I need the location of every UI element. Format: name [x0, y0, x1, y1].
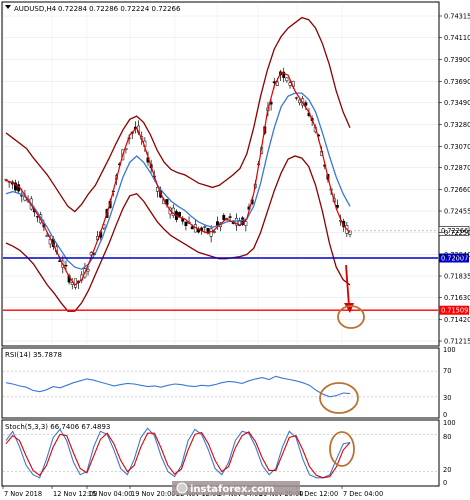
- price-axis: 0.74315 0.74110 0.73900 0.73690 0.73490 0.732…: [439, 12, 470, 345]
- candle-body: [285, 77, 289, 82]
- price-tick-label: 0.73900: [444, 56, 470, 64]
- candle-body: [178, 212, 182, 217]
- candle-body: [304, 102, 308, 106]
- price-tick-label: 0.72455: [444, 207, 470, 215]
- stoch-level-100: 100: [443, 419, 456, 427]
- rsi-level-0: 0: [443, 411, 447, 419]
- candle-body: [288, 82, 292, 86]
- candle-body: [222, 215, 226, 220]
- price-tick-label: 0.71630: [444, 294, 470, 302]
- price-tick-label: 0.71420: [444, 316, 470, 324]
- price-tick-label: 0.73070: [444, 143, 470, 151]
- price-tick-label: 0.71215: [444, 337, 470, 345]
- price-tick-label: 0.74315: [444, 12, 470, 20]
- candle-body: [294, 97, 298, 99]
- main-price-panel: [1, 1, 440, 347]
- rsi-level-30: 30: [443, 394, 451, 402]
- price-tick-label: 0.72040: [444, 251, 470, 259]
- candle-body: [45, 235, 49, 237]
- time-tick-label: 7 Dec 04:00: [343, 490, 383, 498]
- stoch-level-20: 20: [443, 466, 451, 474]
- instaforex-watermark: instaforex.com: [172, 481, 300, 495]
- rsi-label: RSI(14) 35.7878: [5, 351, 62, 359]
- price-tick-label: 0.72660: [444, 186, 470, 194]
- candle-body: [215, 221, 219, 226]
- stoch-level-80: 80: [443, 433, 451, 441]
- symbol-header: AUDUSD,H4 0.72284 0.72286 0.72224 0.7226…: [5, 5, 181, 13]
- watermark-text: instaforex.com: [190, 484, 274, 495]
- candle-body: [212, 231, 216, 233]
- time-tick-label: 19 Nov 20:00: [131, 490, 175, 498]
- price-tick-label: 0.72250: [444, 229, 470, 237]
- symbol-label: AUDUSD,H4: [14, 5, 57, 13]
- candle-body: [184, 221, 188, 227]
- candle-body: [86, 269, 90, 272]
- time-tick-label: 15 Nov 04:00: [88, 490, 132, 498]
- time-tick-label: 4 Dec 12:00: [298, 490, 338, 498]
- candle-body: [209, 228, 213, 237]
- stoch-label: Stoch(5,3,3) 66.7406 67.4893: [5, 423, 110, 431]
- candle-body: [73, 278, 77, 288]
- time-tick-label: 7 Nov 2018: [4, 490, 42, 498]
- candle-body: [272, 81, 276, 84]
- candle-body: [190, 226, 194, 230]
- chart-window: 0.720070.715090.72266 0.743150.741100.73…: [1, 1, 470, 498]
- candle-body: [64, 264, 68, 267]
- candle-body: [298, 99, 301, 104]
- price-tick-label: 0.73280: [444, 121, 470, 129]
- price-tick-label: 0.71835: [444, 272, 470, 280]
- rsi-level-70: 70: [443, 367, 451, 375]
- price-tick-label: 0.74110: [444, 34, 470, 42]
- rsi-level-100: 100: [443, 346, 456, 354]
- candle-body: [335, 205, 339, 208]
- level-price-label: 0.71509: [441, 307, 468, 315]
- price-tick-label: 0.73490: [444, 99, 470, 107]
- price-tick-label: 0.72870: [444, 164, 470, 172]
- instaforex-logo-icon: [176, 482, 188, 494]
- price-tick-label: 0.73690: [444, 78, 470, 86]
- candle-body: [244, 221, 248, 226]
- candle-body: [203, 226, 207, 228]
- ohlc-values: 0.72284 0.72286 0.72224 0.72266: [58, 5, 181, 13]
- candle-body: [228, 216, 232, 218]
- stoch-level-0: 0: [443, 479, 447, 487]
